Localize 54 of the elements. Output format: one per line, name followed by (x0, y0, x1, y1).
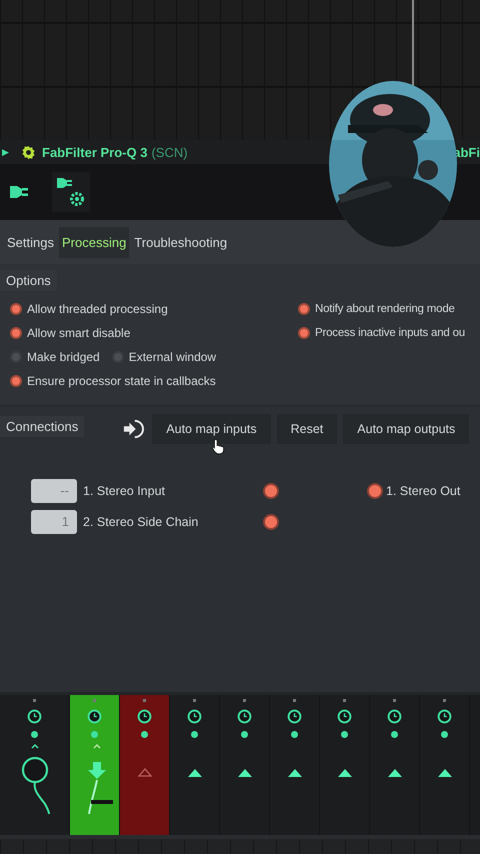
map-button[interactable]: Auto map outputs (343, 414, 470, 444)
option-label: External window (128, 350, 216, 364)
map-button[interactable]: Reset (276, 414, 338, 444)
status-dot[interactable] (441, 731, 448, 738)
input-label: 2. Stereo Side Chain (83, 514, 200, 528)
radio-button[interactable] (10, 327, 22, 339)
option-label: Allow threaded processing (27, 302, 168, 316)
tab[interactable]: Troubleshooting (131, 226, 230, 258)
option-label: Notify about rendering mode (315, 303, 455, 315)
status-dot[interactable] (91, 731, 98, 738)
clock-icon[interactable] (387, 709, 402, 724)
map-button[interactable]: Auto map inputs (152, 414, 271, 444)
status-dot[interactable] (391, 731, 398, 738)
expand-arrow[interactable]: ▶ (2, 147, 9, 157)
radio-button[interactable] (10, 375, 22, 387)
gear-icon[interactable] (21, 144, 36, 160)
status-dot[interactable] (191, 731, 198, 738)
plugin-title: FabFilter Pro-Q 3 (42, 144, 148, 160)
clock-icon[interactable] (237, 709, 252, 724)
radio-button[interactable] (298, 327, 310, 339)
input-led[interactable] (263, 514, 279, 530)
clock-icon[interactable] (287, 709, 302, 724)
status-dot[interactable] (341, 731, 348, 738)
input-label: 1. Stereo Input (83, 484, 166, 498)
plug-gear-icon[interactable] (52, 172, 90, 212)
clock-icon[interactable] (137, 709, 152, 724)
status-dot[interactable] (291, 731, 298, 738)
plugin-subtitle: (SCN) (151, 144, 188, 160)
clock-icon[interactable] (187, 709, 202, 724)
clock-icon[interactable] (337, 709, 352, 724)
status-dot[interactable] (241, 731, 248, 738)
status-dot[interactable] (31, 731, 38, 738)
hand-cursor-icon (212, 438, 225, 455)
input-led[interactable] (263, 482, 279, 498)
input-arrow-icon[interactable] (122, 419, 144, 439)
status-dot[interactable] (141, 731, 148, 738)
radio-button[interactable] (112, 351, 124, 363)
option-label: Process inactive inputs and ou (315, 327, 465, 339)
tab[interactable]: Settings (4, 226, 57, 258)
radio-button[interactable] (10, 303, 22, 315)
option-label: Ensure processor state in callbacks (27, 374, 216, 388)
section-heading: Options (0, 270, 57, 291)
clock-icon[interactable] (27, 709, 42, 724)
clock-icon[interactable] (87, 709, 102, 724)
radio-button[interactable] (298, 303, 310, 315)
section-heading: Connections (0, 416, 84, 437)
option-label: Allow smart disable (27, 326, 130, 340)
output-led[interactable] (367, 482, 383, 498)
radio-button[interactable] (10, 351, 22, 363)
tab[interactable]: Processing (58, 226, 130, 258)
mixer-strip[interactable] (70, 695, 120, 835)
option-label: Make bridged (27, 350, 100, 364)
output-label: 1. Stereo Out (386, 484, 460, 498)
clock-icon[interactable] (437, 709, 452, 724)
